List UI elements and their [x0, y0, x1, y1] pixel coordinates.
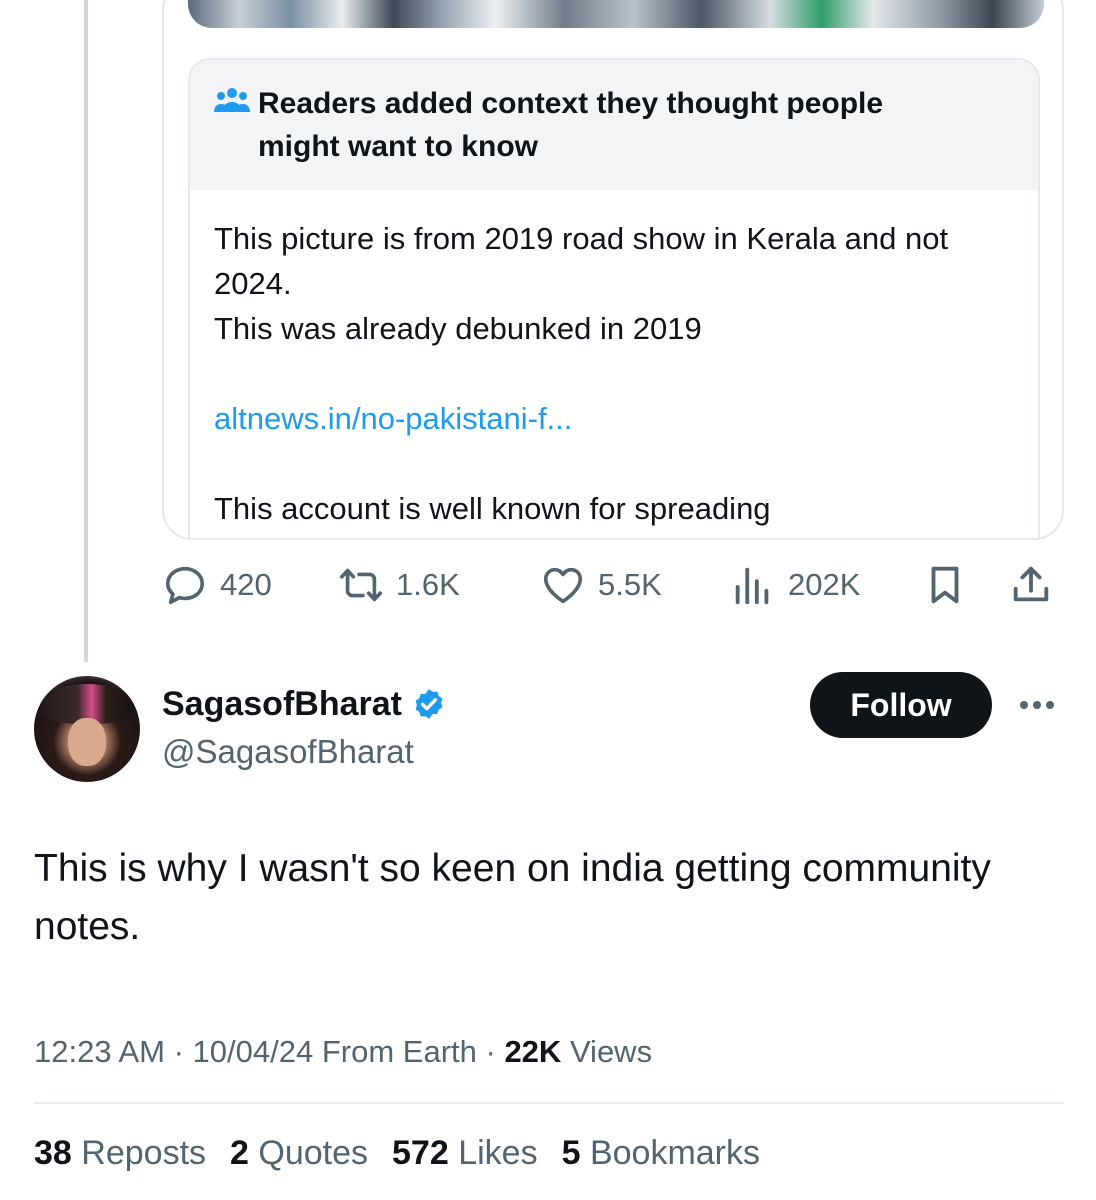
- reply-icon: [165, 566, 205, 605]
- analytics-icon: [735, 567, 769, 605]
- quoted-tweet-actions: 420 1.6K 5.5K 202K: [162, 558, 1062, 612]
- tweet-text: This is why I wasn't so keen on india ge…: [34, 847, 991, 948]
- avatar[interactable]: [34, 676, 140, 782]
- stat-count: 38: [34, 1134, 72, 1172]
- community-note[interactable]: Readers added context they thought peopl…: [188, 58, 1040, 538]
- display-name-text: SagasofBharat: [162, 685, 402, 723]
- like-count: 5.5K: [598, 567, 662, 602]
- verified-badge-icon: [415, 689, 443, 719]
- reposts-stat[interactable]: 38 Reposts: [34, 1130, 206, 1176]
- stat-label: Likes: [458, 1134, 538, 1172]
- views-count: 202K: [788, 567, 861, 602]
- community-note-title: Readers added context they thought peopl…: [258, 87, 884, 163]
- author-display-name[interactable]: SagasofBharat: [162, 682, 446, 726]
- repost-count: 1.6K: [396, 567, 460, 602]
- stat-label: Bookmarks: [589, 1134, 761, 1172]
- stat-count: 2: [230, 1134, 249, 1172]
- stat-label: Reposts: [81, 1134, 207, 1172]
- tweet-author: SagasofBharat @SagasofBharat Follow: [34, 672, 1064, 784]
- author-handle[interactable]: @SagasofBharat: [162, 730, 414, 774]
- tweet-date[interactable]: 10/04/24: [193, 1034, 314, 1069]
- likes-stat[interactable]: 572 Likes: [392, 1130, 538, 1176]
- meta-separator: ·: [173, 1034, 193, 1069]
- note-text-line: This account is well known for spreading: [214, 491, 771, 526]
- like-button[interactable]: 5.5K: [540, 558, 662, 612]
- stat-count: 5: [561, 1134, 581, 1172]
- tweet-location: From Earth: [321, 1034, 477, 1069]
- stat-label: Quotes: [258, 1134, 369, 1172]
- bookmark-icon: [931, 566, 959, 604]
- heart-icon: [543, 567, 583, 604]
- share-button[interactable]: [1008, 558, 1054, 612]
- more-options-icon[interactable]: [1016, 690, 1058, 720]
- avatar-face-shape: [68, 718, 106, 766]
- tweet-views-label[interactable]: Views: [570, 1034, 652, 1069]
- divider: [34, 1102, 1064, 1104]
- quoted-tweet-image[interactable]: [188, 0, 1044, 28]
- note-source-link[interactable]: altnews.in/no-pakistani-f...: [214, 396, 1014, 441]
- bookmarks-stat[interactable]: 5 Bookmarks: [562, 1130, 760, 1176]
- quoted-tweet-card[interactable]: Readers added context they thought peopl…: [162, 0, 1064, 540]
- reply-count: 420: [220, 567, 272, 602]
- repost-icon: [340, 568, 382, 602]
- share-icon: [1013, 566, 1049, 602]
- engagement-stats: 38 Reposts 2 Quotes 572 Likes 5 Bookmark…: [34, 1130, 784, 1176]
- reply-button[interactable]: 420: [162, 558, 272, 612]
- quotes-stat[interactable]: 2 Quotes: [230, 1130, 368, 1176]
- note-text-line: This was already debunked in 2019: [214, 311, 702, 346]
- bookmark-button[interactable]: [922, 558, 968, 612]
- thread-connector-line: [84, 0, 88, 662]
- tweet-time[interactable]: 12:23 AM: [34, 1034, 165, 1069]
- stat-count: 572: [392, 1134, 449, 1172]
- community-note-header: Readers added context they thought peopl…: [190, 60, 1038, 190]
- tweet-metadata: 12:23 AM · 10/04/24 From Earth · 22K Vie…: [34, 1030, 652, 1074]
- people-icon: [214, 88, 250, 112]
- meta-separator: ·: [485, 1034, 505, 1069]
- views-button[interactable]: 202K: [730, 558, 860, 612]
- repost-button[interactable]: 1.6K: [338, 558, 460, 612]
- follow-button[interactable]: Follow: [810, 672, 992, 738]
- community-note-body: This picture is from 2019 road show in K…: [190, 190, 1038, 531]
- note-text-line: This picture is from 2019 road show in K…: [214, 221, 949, 301]
- tweet-views-count[interactable]: 22K: [504, 1034, 561, 1069]
